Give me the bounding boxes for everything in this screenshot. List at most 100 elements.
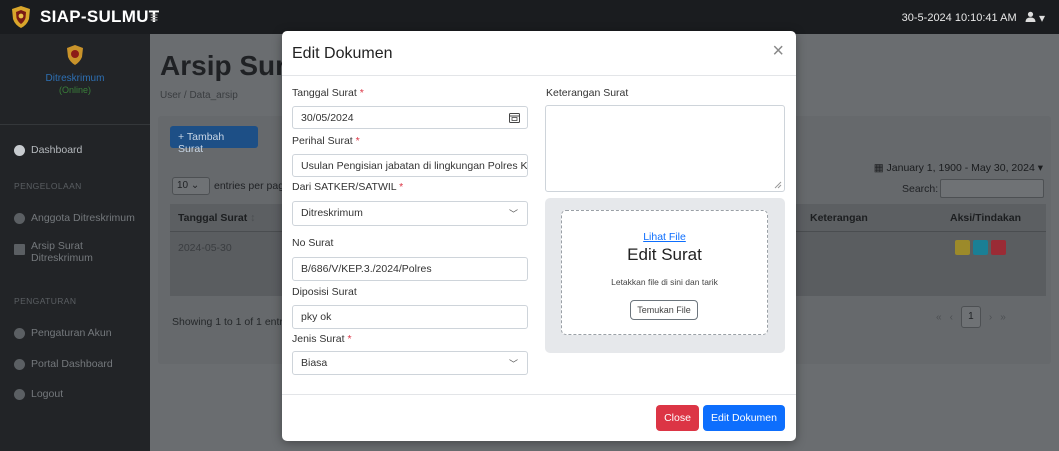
sidebar-section-pengaturan: PENGATURAN [14,296,77,306]
pagination: « ‹ 1 › » [936,306,1006,328]
no-surat-label: No Surat [292,237,334,249]
dashboard-icon [14,144,25,156]
prev-page-button[interactable]: ‹ [950,312,953,323]
sidebar-item-portal[interactable]: Portal Dashboard [14,358,113,370]
jenis-surat-select[interactable]: Biasa ﹀ [292,351,528,375]
sidebar-item-label: Anggota Ditreskrimum [31,212,135,224]
required-mark: * [347,333,352,345]
tanggal-label: Tanggal Surat * [292,87,364,99]
logout-icon [14,388,25,400]
close-button[interactable]: Close [656,405,699,431]
page-button-current[interactable]: 1 [960,306,981,328]
add-letter-button[interactable]: + Tambah Surat [170,126,258,155]
sidebar-item-logout[interactable]: Logout [14,388,63,400]
entries-per-page-select[interactable]: 10 ⌄ [172,177,210,195]
search-label: Search: [902,183,939,195]
tanggal-surat-value: 30/05/2024 [301,112,354,124]
find-file-button[interactable]: Temukan File [630,300,698,320]
datetime-display: 30-5-2024 10:10:41 AM [901,12,1017,24]
view-file-action-icon[interactable] [973,240,988,255]
entries-value: 10 [177,180,189,191]
menu-toggle-icon[interactable]: ≡ [150,9,158,25]
first-page-button[interactable]: « [936,312,942,323]
sidebar-item-label: Logout [31,388,64,400]
profile-status: (Online) [58,85,91,95]
user-icon [1025,11,1036,22]
disposisi-label: Diposisi Surat [292,286,357,298]
view-file-link[interactable]: Lihat File [562,231,767,243]
jenis-surat-value: Biasa [301,357,328,369]
dari-label: Dari SATKER/SATWIL * [292,181,403,193]
chevron-down-icon: ﹀ [508,209,518,219]
disposisi-surat-input[interactable]: pky ok [292,305,528,329]
profile-name: Ditreskrimum [45,73,105,84]
sidebar-item-dashboard[interactable]: Dashboard [14,144,82,156]
breadcrumb: User / Data_arsip [160,90,238,101]
caret-down-icon: ▾ [1038,11,1045,25]
column-header-label: Tanggal Surat [178,212,248,224]
column-header-aksi: Aksi/Tindakan [950,212,1021,224]
modal-title: Edit Dokumen [292,45,393,62]
sidebar-item-label-line1: Arsip Surat [31,240,83,252]
perihal-label: Perihal Surat * [292,135,360,147]
keterangan-label: Keterangan Surat [546,87,629,99]
search-input[interactable] [940,179,1044,198]
police-emblem-icon [12,6,30,28]
modal-footer: Close Edit Dokumen [282,394,796,441]
sidebar-section-pengelolaan: PENGELOLAAN [14,181,82,191]
dari-satker-value: Ditreskrimum [301,207,363,219]
modal-header: Edit Dokumen × [282,31,796,76]
sidebar-item-label: Portal Dashboard [31,358,113,370]
table-info: Showing 1 to 1 of 1 entries [172,316,297,328]
calendar-icon[interactable] [509,112,520,123]
column-header-tanggal[interactable]: Tanggal Surat ↕ [178,212,255,224]
upload-title: Edit Surat [627,245,702,264]
edit-action-icon[interactable] [955,240,970,255]
keterangan-surat-textarea[interactable] [545,105,785,192]
sidebar: Ditreskrimum (Online) Dashboard PENGELOL… [0,34,150,451]
user-menu[interactable]: ▾ [1025,11,1045,25]
sidebar-item-arsip-surat[interactable]: Arsip Surat Ditreskrimum [14,240,93,264]
required-mark: * [355,135,360,147]
app-name: SIAP-SULMUT [40,7,160,26]
tanggal-label-text: Tanggal Surat [292,87,357,99]
sidebar-item-label: Arsip Surat Ditreskrimum [31,240,93,264]
unit-badge-icon [67,45,83,65]
sidebar-profile: Ditreskrimum (Online) [0,44,150,95]
file-upload-panel: Lihat File Edit Surat Letakkan file di s… [545,198,785,353]
required-mark: * [359,87,364,99]
edit-document-modal: Edit Dokumen × Tanggal Surat * 30/05/202… [282,31,796,441]
sort-icon: ↕ [250,212,256,224]
upload-hint: Letakkan file di sini dan tarik [611,277,718,287]
resize-handle-icon[interactable] [774,181,782,189]
caret-down-icon: ▾ [1037,162,1043,174]
next-page-button[interactable]: › [989,312,992,323]
required-mark: * [399,181,404,193]
date-range-picker[interactable]: ▦ January 1, 1900 - May 30, 2024 ▾ [874,162,1043,174]
edit-document-button[interactable]: Edit Dokumen [703,405,785,431]
dari-satker-select[interactable]: Ditreskrimum ﹀ [292,201,528,226]
close-icon[interactable]: × [772,41,784,61]
sidebar-item-label-line2: Ditreskrimum [31,252,93,264]
brand[interactable]: SIAP-SULMUT [10,5,159,29]
perihal-surat-input[interactable]: Usulan Pengisian jabatan di lingkungan P… [292,154,528,177]
column-header-keterangan[interactable]: Keterangan [810,212,868,224]
row-date: 2024-05-30 [178,242,232,254]
jenis-label-text: Jenis Surat [292,333,345,345]
entries-label: entries per page [214,180,290,192]
file-dropzone[interactable]: Lihat File Edit Surat Letakkan file di s… [561,210,768,335]
archive-icon [14,244,25,255]
sidebar-item-label: Dashboard [31,144,83,156]
users-icon [14,212,25,224]
last-page-button[interactable]: » [1000,312,1006,323]
sidebar-item-pengaturan-akun[interactable]: Pengaturan Akun [14,327,112,339]
top-navbar: SIAP-SULMUT ≡ 30-5-2024 10:10:41 AM ▾ [0,0,1059,34]
sidebar-item-anggota[interactable]: Anggota Ditreskrimum [14,212,135,224]
sidebar-item-label: Pengaturan Akun [31,327,112,339]
no-surat-input[interactable]: B/686/V/KEP.3./2024/Polres [292,257,528,281]
home-icon [14,358,25,370]
row-actions [955,240,1006,255]
tanggal-surat-input[interactable]: 30/05/2024 [292,106,528,129]
jenis-label: Jenis Surat * [292,333,352,345]
delete-action-icon[interactable] [991,240,1006,255]
